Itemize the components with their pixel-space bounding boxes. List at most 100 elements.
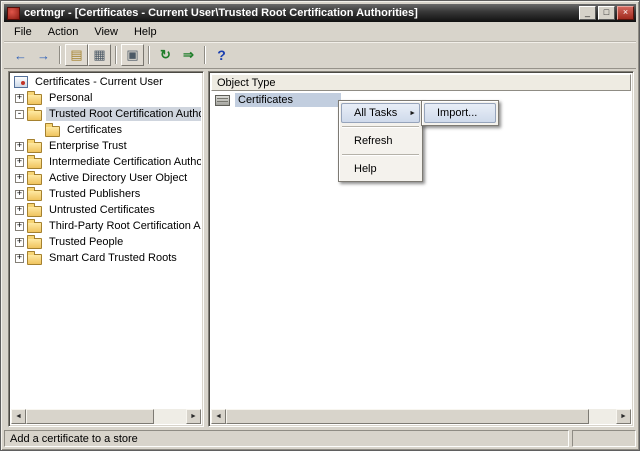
tree-item-trusted-root-certification-authorities[interactable]: - Trusted Root Certification Authorities [11, 106, 201, 122]
tree-item-personal[interactable]: + Personal [11, 90, 201, 106]
scroll-left-button[interactable]: ◄ [211, 409, 226, 424]
expand-icon[interactable]: + [15, 173, 24, 183]
refresh-button[interactable]: ↻ [154, 44, 177, 66]
menu-view[interactable]: View [86, 23, 126, 41]
tree-item-label: Trusted Publishers [49, 188, 141, 200]
tree-item-label: Trusted Root Certification Authorities [46, 107, 201, 121]
context-menu: All Tasks ► Refresh Help [338, 100, 423, 182]
scroll-left-button[interactable]: ◄ [11, 409, 26, 424]
menu-item-label: Refresh [354, 135, 393, 147]
expand-icon[interactable]: + [15, 253, 24, 263]
show-hide-console-tree-icon: ▤ [70, 47, 83, 62]
menu-separator [342, 154, 419, 156]
folder-icon [27, 138, 42, 153]
menu-item-all-tasks[interactable]: All Tasks ► [341, 103, 420, 123]
submenu-arrow-icon: ► [409, 110, 416, 117]
menu-item-label: All Tasks [354, 107, 398, 119]
tree-item-enterprise-trust[interactable]: + Enterprise Trust [11, 138, 201, 154]
tree-item-label: Intermediate Certification Authorities [49, 156, 201, 168]
expand-icon[interactable]: + [15, 189, 24, 199]
forward-button[interactable]: → [32, 44, 55, 66]
folder-icon [27, 186, 42, 201]
folder-icon [27, 202, 42, 217]
all-tasks-submenu: Import... [421, 100, 499, 126]
folder-icon [27, 234, 42, 249]
scroll-right-button[interactable]: ► [616, 409, 631, 424]
window-title: certmgr - [Certificates - Current User\T… [24, 7, 418, 19]
toolbar: ← → ▤ ▦ ▣ ↻ ⇒ ? [4, 42, 636, 69]
toolbar-separator [59, 46, 61, 64]
toolbar-separator [115, 46, 117, 64]
list-item-label: Certificates [235, 93, 341, 107]
menu-help[interactable]: Help [126, 23, 165, 41]
left-pane-hscrollbar[interactable]: ◄ ► [11, 409, 201, 424]
scroll-thumb[interactable] [26, 409, 154, 424]
menu-file[interactable]: File [6, 23, 40, 41]
menu-action[interactable]: Action [40, 23, 87, 41]
menu-item-refresh[interactable]: Refresh [341, 131, 420, 151]
tree-item-label: Smart Card Trusted Roots [49, 252, 177, 264]
console-tree-pane: Certificates - Current User + Personal -… [8, 71, 204, 427]
tree-item-label: Certificates - Current User [35, 76, 163, 88]
expand-icon[interactable]: + [15, 205, 24, 215]
column-header-object-type[interactable]: Object Type [211, 74, 631, 91]
toolbar-separator [204, 46, 206, 64]
folder-icon [27, 250, 42, 265]
certificate-tree: Certificates - Current User + Personal -… [11, 74, 201, 409]
folder-icon [27, 154, 42, 169]
expand-icon[interactable]: + [15, 221, 24, 231]
scroll-thumb[interactable] [226, 409, 589, 424]
folder-icon [27, 170, 42, 185]
submenu-item-import[interactable]: Import... [424, 103, 496, 123]
menu-separator [342, 126, 419, 128]
expand-icon[interactable]: + [15, 157, 24, 167]
certificates-store-icon [14, 76, 28, 88]
tree-item-certificates-current-user[interactable]: Certificates - Current User [11, 74, 201, 90]
right-pane-hscrollbar[interactable]: ◄ ► [211, 409, 631, 424]
status-text: Add a certificate to a store [4, 430, 569, 447]
tree-item-smart-card-trusted-roots[interactable]: + Smart Card Trusted Roots [11, 250, 201, 266]
help-icon: ? [217, 47, 226, 63]
tree-item-label: Certificates [67, 124, 123, 136]
tree-item-label: Active Directory User Object [49, 172, 188, 184]
properties-button[interactable]: ▦ [88, 44, 111, 66]
show-hide-console-tree-button[interactable]: ▤ [65, 44, 88, 66]
close-button[interactable]: × [617, 6, 634, 20]
scroll-track[interactable] [26, 409, 186, 424]
toolbar-separator [148, 46, 150, 64]
tree-item-trusted-publishers[interactable]: + Trusted Publishers [11, 186, 201, 202]
help-button[interactable]: ? [210, 44, 233, 66]
tree-item-label: Third-Party Root Certification Authoriti… [49, 220, 201, 232]
collapse-icon[interactable]: - [15, 109, 24, 119]
tree-item-label: Personal [49, 92, 93, 104]
title-bar[interactable]: certmgr - [Certificates - Current User\T… [4, 4, 636, 22]
tree-item-third-party-root-certification-authorities[interactable]: + Third-Party Root Certification Authori… [11, 218, 201, 234]
expand-icon[interactable]: + [15, 237, 24, 247]
menu-item-label: Import... [437, 107, 478, 119]
folder-icon [27, 218, 42, 233]
tree-item-certificates[interactable]: Certificates [11, 122, 201, 138]
forward-icon: → [37, 47, 50, 63]
refresh-icon: ↻ [160, 47, 171, 62]
folder-icon [45, 122, 60, 137]
copy-button[interactable]: ▣ [121, 44, 144, 66]
tree-item-intermediate-certification-authorities[interactable]: + Intermediate Certification Authorities [11, 154, 201, 170]
menu-item-label: Help [354, 163, 377, 175]
certmgr-app-icon [7, 6, 20, 20]
expand-icon[interactable]: + [15, 141, 24, 151]
back-button[interactable]: ← [9, 44, 32, 66]
expand-icon[interactable]: + [15, 93, 24, 103]
tree-item-label: Untrusted Certificates [49, 204, 155, 216]
menu-item-help[interactable]: Help [341, 159, 420, 179]
maximize-button[interactable]: □ [598, 6, 615, 20]
minimize-button[interactable]: _ [579, 6, 596, 20]
scroll-track[interactable] [226, 409, 616, 424]
tree-item-trusted-people[interactable]: + Trusted People [11, 234, 201, 250]
certificates-icon [215, 94, 230, 106]
tree-item-active-directory-user-object[interactable]: + Active Directory User Object [11, 170, 201, 186]
export-list-icon: ⇒ [183, 47, 194, 62]
scroll-right-button[interactable]: ► [186, 409, 201, 424]
export-list-button[interactable]: ⇒ [177, 44, 200, 66]
folder-icon [27, 90, 42, 105]
tree-item-untrusted-certificates[interactable]: + Untrusted Certificates [11, 202, 201, 218]
